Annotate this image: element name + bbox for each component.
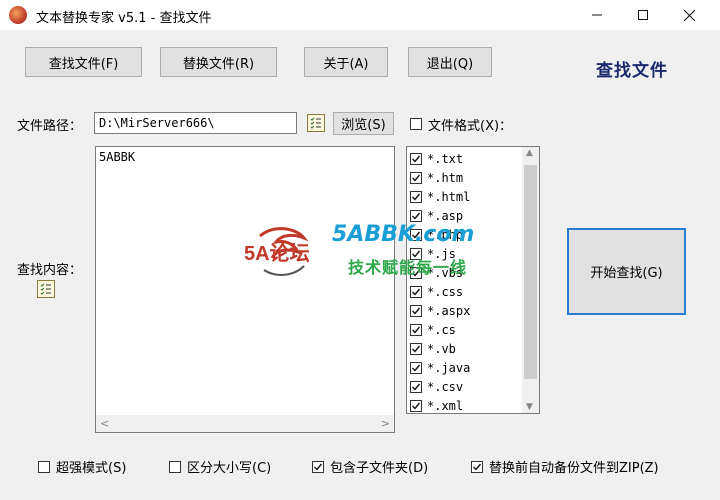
file-format-item-checkbox[interactable] — [410, 304, 422, 317]
file-format-item-label: *.cs — [427, 322, 456, 337]
case-sensitive-label: 区分大小写(C) — [187, 461, 272, 476]
file-format-item-label: *.xml — [427, 398, 464, 413]
title-bar[interactable]: 文本替换专家 v5.1 - 查找文件 — [0, 0, 720, 30]
file-format-item[interactable]: *.aspx — [410, 301, 470, 320]
file-format-item-label: *.htm — [427, 170, 464, 185]
file-format-item-checkbox[interactable] — [410, 285, 422, 298]
checkmark-icon — [412, 174, 421, 182]
scroll-right-icon[interactable]: > — [381, 417, 390, 430]
file-format-item-label: *.vb — [427, 341, 456, 356]
file-format-item-label: *.aspx — [427, 303, 471, 318]
file-format-item-label: *.css — [427, 284, 464, 299]
watermark-slogan: 技术赋能每一线 — [348, 258, 468, 277]
file-format-item-checkbox[interactable] — [410, 209, 422, 222]
exit-button[interactable]: 退出(Q) — [408, 47, 492, 77]
watermark-logo-text: 5A论坛 — [244, 241, 310, 265]
list-icon[interactable] — [37, 280, 55, 298]
minimize-button[interactable] — [574, 0, 620, 30]
list-icon[interactable] — [307, 114, 325, 132]
file-format-item-label: *.java — [427, 360, 471, 375]
file-format-item-label: *.txt — [427, 151, 464, 166]
file-format-item-checkbox[interactable] — [410, 361, 422, 374]
file-format-item-checkbox[interactable] — [410, 399, 422, 412]
checkmark-icon — [412, 288, 421, 296]
backup-option[interactable]: 替换前自动备份文件到ZIP(Z) — [471, 457, 659, 476]
file-format-item[interactable]: *.xml — [410, 396, 464, 413]
case-sensitive-checkbox[interactable] — [169, 460, 181, 473]
maximize-icon — [638, 10, 648, 20]
checkmark-icon — [412, 193, 421, 201]
watermark-logo: 5A论坛 — [242, 222, 326, 290]
checkmark-icon — [314, 463, 323, 471]
file-format-item[interactable]: *.css — [410, 282, 463, 301]
super-mode-option[interactable]: 超强模式(S) — [38, 457, 126, 476]
file-format-item[interactable]: *.txt — [410, 149, 463, 168]
replace-file-button[interactable]: 替换文件(R) — [160, 47, 277, 77]
file-format-item-label: *.asp — [427, 208, 464, 223]
checkmark-icon — [412, 383, 421, 391]
find-file-button[interactable]: 查找文件(F) — [25, 47, 142, 77]
close-button[interactable] — [666, 0, 712, 30]
start-find-button[interactable]: 开始查找(G) — [567, 228, 686, 315]
scrollbar-thumb[interactable] — [524, 165, 537, 379]
mode-title: 查找文件 — [596, 61, 668, 81]
file-format-item[interactable]: *.java — [410, 358, 470, 377]
file-format-item[interactable]: *.cs — [410, 320, 456, 339]
browse-button[interactable]: 浏览(S) — [333, 112, 394, 135]
super-mode-checkbox[interactable] — [38, 460, 50, 473]
checkmark-icon — [412, 326, 421, 334]
file-path-input[interactable]: D:\MirServer666\ — [94, 112, 297, 134]
file-format-item-checkbox[interactable] — [410, 190, 422, 203]
checkmark-icon — [412, 364, 421, 372]
app-window: 文本替换专家 v5.1 - 查找文件 查找文件(F) 替换文件(R) 关于(A)… — [0, 0, 720, 500]
vertical-scrollbar[interactable]: ▲ ▼ — [522, 147, 539, 413]
file-format-item-label: *.html — [427, 189, 471, 204]
subfolders-checkbox[interactable] — [312, 460, 324, 473]
super-mode-label: 超强模式(S) — [56, 461, 127, 476]
minimize-icon — [592, 14, 602, 16]
list-glyph-icon — [40, 283, 51, 295]
file-format-label: 文件格式(X)： — [428, 119, 513, 134]
file-format-item-label: *.csv — [427, 379, 464, 394]
watermark-site: 5ABBK.com — [332, 222, 475, 247]
backup-label: 替换前自动备份文件到ZIP(Z) — [489, 461, 659, 476]
subfolders-option[interactable]: 包含子文件夹(D) — [312, 457, 428, 476]
window-edge — [0, 88, 5, 500]
find-content-label: 查找内容： — [17, 263, 83, 278]
window-title: 文本替换专家 v5.1 - 查找文件 — [36, 11, 212, 26]
dragon-logo-icon: 5A论坛 — [244, 227, 310, 276]
list-glyph-icon — [310, 117, 321, 129]
file-format-checkbox[interactable] — [410, 118, 422, 130]
checkmark-icon — [412, 345, 421, 353]
scroll-left-icon[interactable]: < — [100, 417, 109, 430]
scroll-up-icon[interactable]: ▲ — [526, 148, 533, 158]
horizontal-scrollbar[interactable]: < > — [96, 415, 394, 432]
app-icon — [9, 6, 27, 24]
scroll-down-icon[interactable]: ▼ — [526, 402, 533, 412]
file-format-item-checkbox[interactable] — [410, 342, 422, 355]
about-button[interactable]: 关于(A) — [304, 47, 388, 77]
file-format-item-checkbox[interactable] — [410, 380, 422, 393]
file-format-item-checkbox[interactable] — [410, 171, 422, 184]
checkmark-icon — [412, 307, 421, 315]
file-format-item[interactable]: *.vb — [410, 339, 456, 358]
subfolders-label: 包含子文件夹(D) — [330, 461, 429, 476]
file-format-item-checkbox[interactable] — [410, 323, 422, 336]
maximize-button[interactable] — [620, 0, 666, 30]
file-format-item-checkbox[interactable] — [410, 152, 422, 165]
find-content-text: 5ABBK — [99, 150, 136, 164]
checkmark-icon — [412, 402, 421, 410]
checkmark-icon — [412, 212, 421, 220]
file-format-item[interactable]: *.csv — [410, 377, 463, 396]
backup-checkbox[interactable] — [471, 460, 483, 473]
file-format-item[interactable]: *.html — [410, 187, 470, 206]
file-format-list[interactable]: *.txt *.htm *.html *.asp *.php *.js *.vbs *.css… — [406, 146, 540, 414]
checkmark-icon — [412, 155, 421, 163]
close-icon — [683, 9, 695, 21]
file-format-item[interactable]: *.htm — [410, 168, 463, 187]
file-path-label: 文件路径： — [17, 119, 83, 134]
checkmark-icon — [473, 463, 482, 471]
case-sensitive-option[interactable]: 区分大小写(C) — [169, 457, 271, 476]
